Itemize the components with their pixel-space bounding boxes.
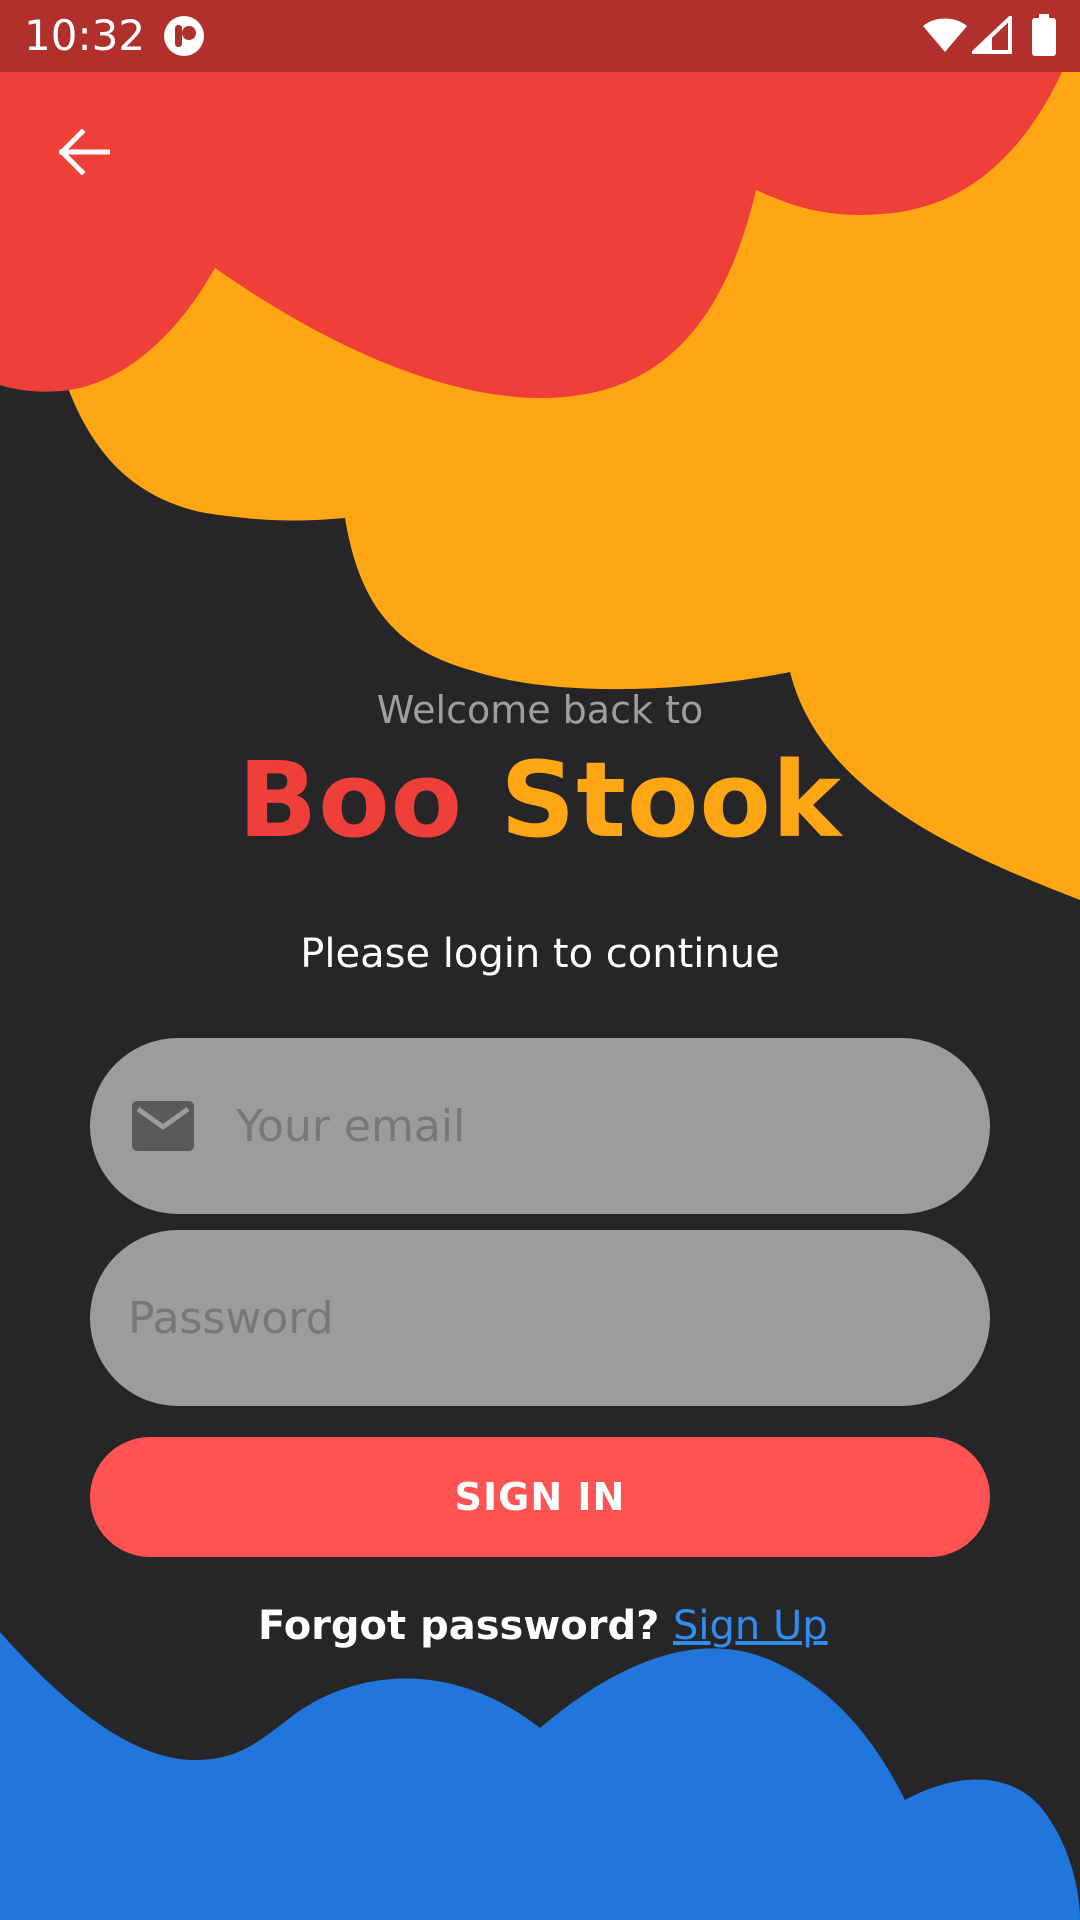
status-time: 10:32 bbox=[24, 11, 146, 60]
back-button[interactable] bbox=[44, 112, 124, 192]
email-field[interactable] bbox=[90, 1038, 990, 1214]
login-subtitle: Please login to continue bbox=[300, 931, 780, 977]
arrow-back-icon bbox=[58, 129, 110, 175]
app-notification-icon bbox=[164, 16, 204, 56]
cell-signal-icon bbox=[972, 16, 1012, 54]
forgot-password-link[interactable]: Forgot password? bbox=[258, 1600, 659, 1652]
sign-up-link[interactable]: Sign Up bbox=[673, 1600, 828, 1652]
welcome-text: Welcome back to bbox=[376, 688, 704, 732]
login-screen: 10:32 Welcome back to Boo Stook Please l… bbox=[0, 0, 1080, 1920]
wifi-icon bbox=[923, 18, 967, 52]
password-input[interactable] bbox=[126, 1277, 810, 1359]
mail-icon bbox=[132, 1101, 194, 1151]
battery-icon bbox=[1032, 14, 1056, 56]
email-input[interactable] bbox=[234, 1085, 918, 1167]
brand-title-part-1: Boo bbox=[237, 739, 464, 861]
blue-blob bbox=[0, 1632, 1080, 1920]
brand-title-part-2: Stook bbox=[500, 739, 843, 861]
brand-title: Boo Stook bbox=[0, 740, 1080, 860]
password-field[interactable] bbox=[90, 1230, 990, 1406]
status-bar: 10:32 bbox=[0, 0, 1080, 72]
sign-in-button[interactable]: SIGN IN bbox=[90, 1437, 990, 1557]
